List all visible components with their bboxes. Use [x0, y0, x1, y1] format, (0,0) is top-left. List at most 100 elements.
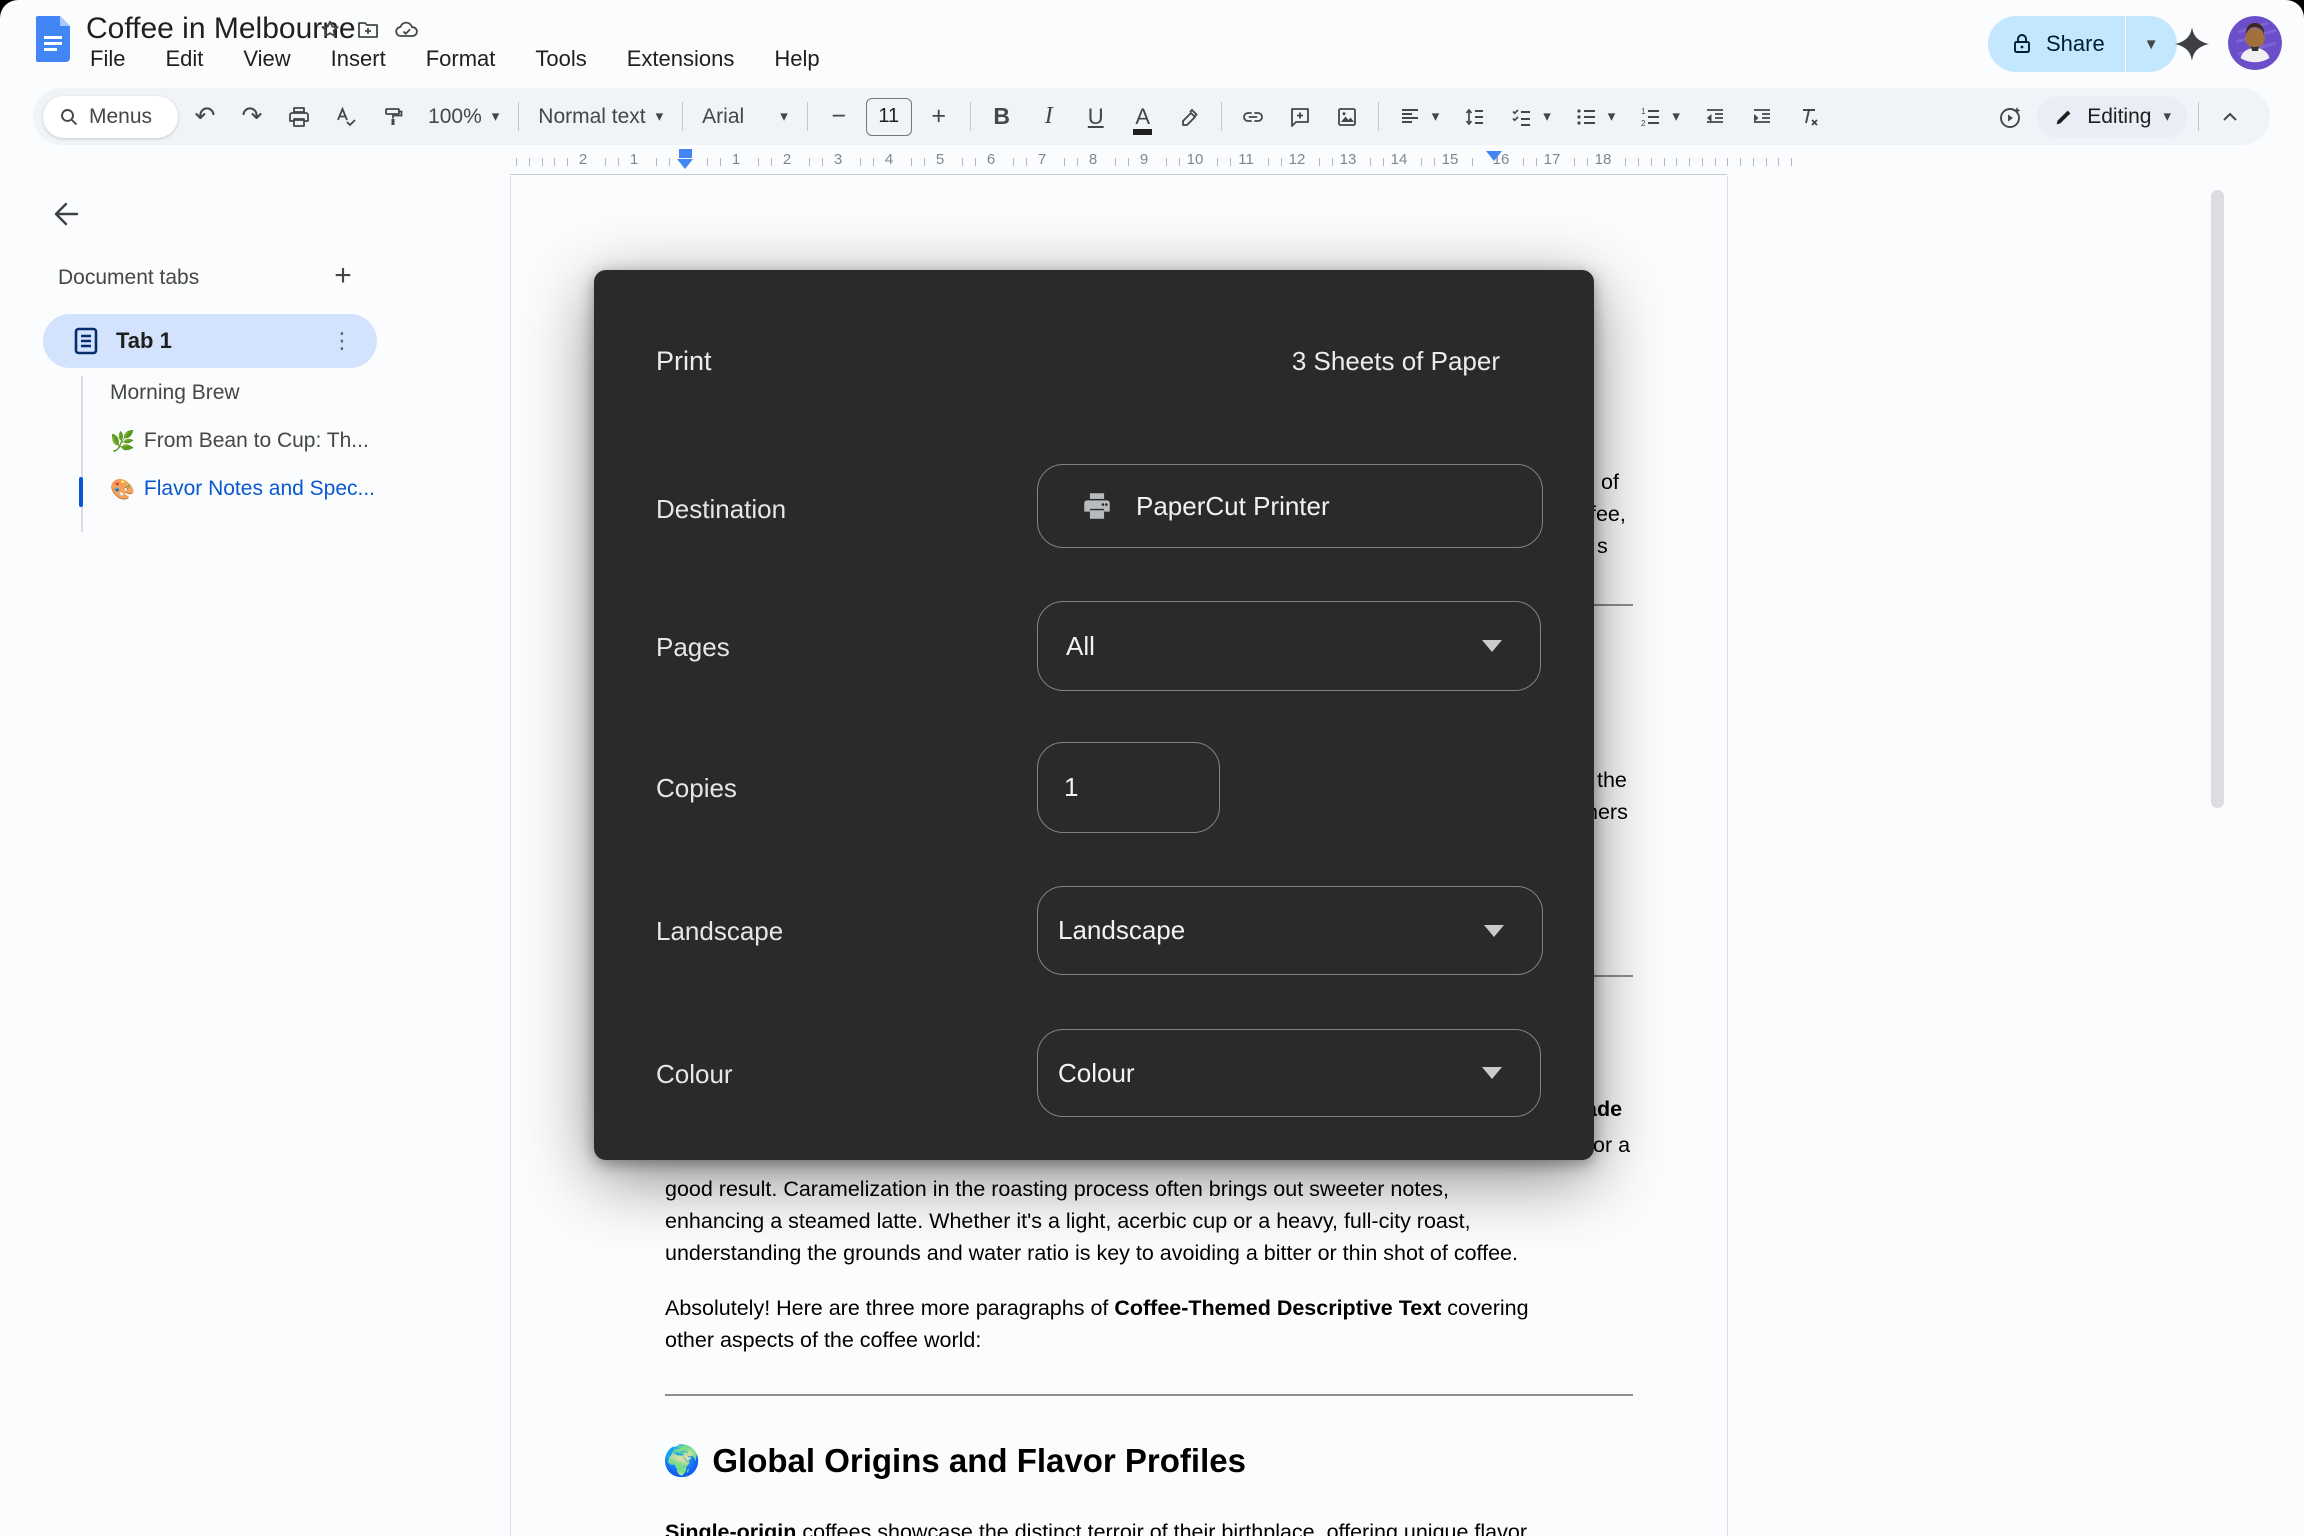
chevron-down-icon: ▾ [1432, 109, 1440, 124]
increase-indent-button[interactable] [1742, 97, 1782, 137]
checklist-select[interactable]: ▾ [1501, 97, 1559, 137]
orientation-select[interactable]: Landscape [1037, 886, 1543, 975]
first-line-indent-marker[interactable] [679, 149, 692, 158]
vertical-scrollbar-thumb[interactable] [2211, 190, 2224, 808]
zoom-select[interactable]: 100% ▾ [420, 97, 507, 137]
ruler-number: 13 [1340, 151, 1357, 168]
google-docs-logo[interactable] [36, 16, 70, 62]
add-comment-button[interactable] [1280, 97, 1320, 137]
print-button[interactable] [279, 97, 319, 137]
account-avatar[interactable] [2228, 16, 2282, 70]
decrease-font-size-button[interactable]: − [819, 97, 859, 137]
ruler-tick [1064, 158, 1065, 166]
ruler-tick [1434, 158, 1435, 166]
ruler-tick [656, 158, 657, 166]
pencil-icon [2053, 106, 2075, 128]
align-select[interactable]: ▾ [1390, 97, 1448, 137]
ruler-margin-number: 2 [579, 151, 587, 168]
copies-input[interactable]: 1 [1037, 742, 1220, 833]
line-spacing-button[interactable] [1454, 97, 1494, 137]
menu-item-edit[interactable]: Edit [159, 44, 209, 74]
bold-button[interactable]: B [982, 97, 1022, 137]
undo-button[interactable]: ↶ [185, 97, 225, 137]
back-button[interactable] [44, 192, 88, 236]
tab-options-menu[interactable]: ⋮ [325, 324, 359, 358]
ruler-tick [1217, 158, 1218, 166]
menu-item-insert[interactable]: Insert [325, 44, 392, 74]
ruler-tick [1319, 158, 1320, 166]
activity-icon[interactable] [1990, 97, 2030, 137]
highlight-color-button[interactable] [1170, 97, 1210, 137]
add-tab-button[interactable]: + [325, 258, 361, 294]
numbered-list-select[interactable]: 12 ▾ [1630, 97, 1688, 137]
toolbar-divider [1221, 102, 1222, 131]
ruler-number: 17 [1544, 151, 1561, 168]
ruler-tick [1077, 158, 1078, 166]
share-button[interactable]: Share ▼ [1988, 16, 2177, 72]
ruler-tick [809, 158, 810, 166]
menu-item-help[interactable]: Help [768, 44, 825, 74]
document-text-fragment: fee, [1590, 502, 1626, 527]
ruler-tick [1676, 158, 1677, 166]
ruler-tick [1625, 158, 1626, 166]
document-paragraph[interactable]: Absolutely! Here are three more paragrap… [665, 1292, 1529, 1356]
menu-item-tools[interactable]: Tools [529, 44, 592, 74]
clear-formatting-button[interactable] [1789, 97, 1829, 137]
tab-item-tab1[interactable]: Tab 1 ⋮ [43, 314, 377, 368]
outline-item-label: From Bean to Cup: Th... [144, 429, 369, 453]
document-text-fragment: or a [1593, 1133, 1630, 1158]
document-title[interactable]: Coffee in Melbourne [86, 12, 356, 46]
gemini-star-icon[interactable] [2172, 24, 2212, 64]
increase-font-size-button[interactable]: + [919, 97, 959, 137]
ruler-tick [860, 158, 861, 166]
document-heading[interactable]: 🌍 Global Origins and Flavor Profiles [663, 1442, 1246, 1480]
menu-item-extensions[interactable]: Extensions [621, 44, 741, 74]
menus-search-button[interactable]: Menus [43, 96, 178, 138]
ruler-tick [1791, 158, 1792, 166]
outline-item-2[interactable]: 🌿From Bean to Cup: Th... [84, 417, 484, 465]
pages-select[interactable]: All [1037, 601, 1541, 691]
editing-mode-select[interactable]: Editing ▾ [2037, 96, 2187, 138]
spell-check-button[interactable] [326, 97, 366, 137]
ruler-tick [618, 158, 619, 166]
ruler-number: 7 [1038, 151, 1046, 168]
menu-item-file[interactable]: File [84, 44, 131, 74]
ruler-tick [975, 158, 976, 166]
move-to-folder-icon[interactable] [356, 18, 380, 42]
chevron-down-icon: ▾ [1672, 109, 1680, 124]
page-right-border [1727, 176, 1728, 1536]
outline-item-1[interactable]: Morning Brew [84, 369, 484, 417]
chevron-down-icon: ▼ [2144, 37, 2159, 52]
ruler-tick [873, 158, 874, 166]
outline-item-3[interactable]: 🎨Flavor Notes and Spec... [84, 465, 484, 513]
insert-image-button[interactable] [1327, 97, 1367, 137]
paragraph-style-select[interactable]: Normal text ▾ [530, 97, 671, 137]
bulleted-list-select[interactable]: ▾ [1566, 97, 1624, 137]
paint-format-button[interactable] [373, 97, 413, 137]
ruler-tick [1281, 158, 1282, 166]
ruler-tick [605, 158, 606, 166]
document-paragraph[interactable]: Single-origin coffees showcase the disti… [665, 1516, 1527, 1536]
right-indent-marker[interactable] [1486, 151, 1502, 161]
text-color-button[interactable]: A [1123, 97, 1163, 137]
star-document-icon[interactable] [318, 18, 342, 42]
left-indent-marker[interactable] [677, 159, 693, 169]
document-paragraph[interactable]: good result. Caramelization in the roast… [665, 1173, 1518, 1269]
destination-button[interactable]: PaperCut Printer [1037, 464, 1543, 548]
print-dialog-title: Print [656, 346, 712, 377]
redo-button[interactable]: ↷ [232, 97, 272, 137]
share-dropdown-button[interactable]: ▼ [2126, 16, 2177, 72]
ruler-tick [1664, 158, 1665, 166]
menu-item-format[interactable]: Format [420, 44, 502, 74]
font-size-input[interactable]: 11 [866, 98, 912, 136]
insert-link-button[interactable] [1233, 97, 1273, 137]
decrease-indent-button[interactable] [1695, 97, 1735, 137]
cloud-status-icon[interactable] [394, 18, 420, 42]
colour-select[interactable]: Colour [1037, 1029, 1541, 1117]
italic-button[interactable]: I [1029, 97, 1069, 137]
menu-item-view[interactable]: View [237, 44, 296, 74]
collapse-toolbar-button[interactable] [2210, 97, 2250, 137]
font-family-select[interactable]: Arial ▾ [694, 97, 796, 137]
dropdown-caret-icon [1482, 1067, 1502, 1079]
underline-button[interactable]: U [1076, 97, 1116, 137]
